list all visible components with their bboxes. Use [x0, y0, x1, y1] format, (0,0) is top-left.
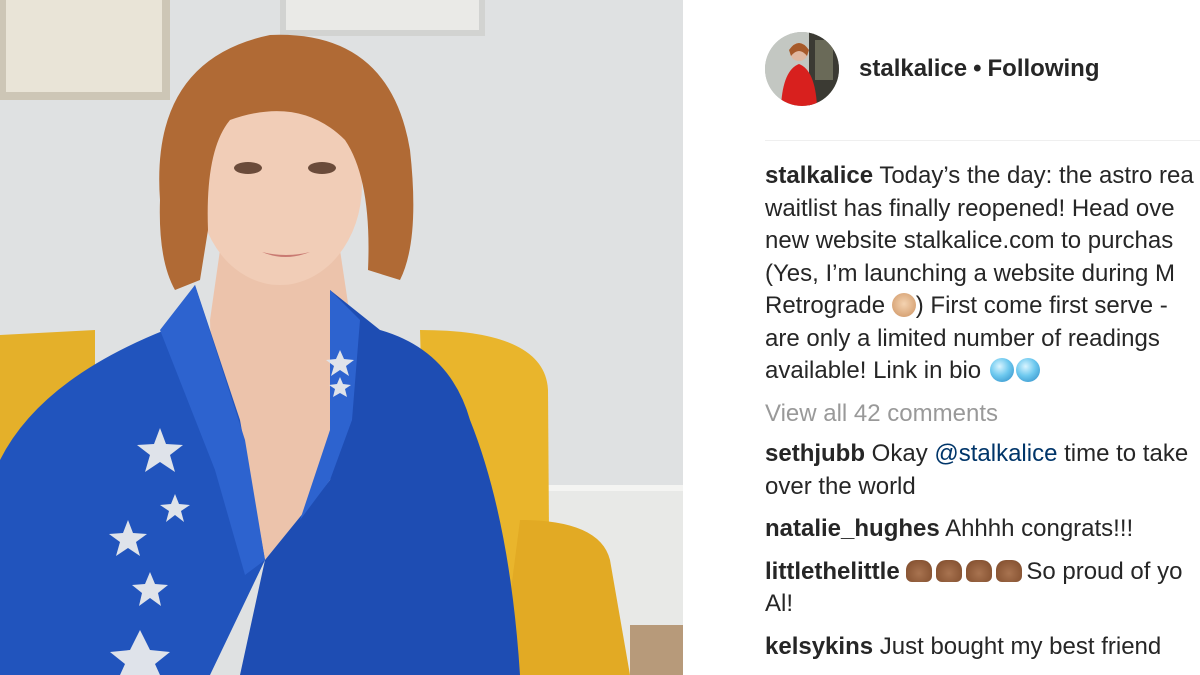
comment-item: natalie_hughes Ahhhh congrats!!!	[765, 513, 1200, 546]
caption-text: Retrograde	[765, 292, 886, 319]
comment-item: littlethelittle So proud of yo Al!	[765, 556, 1200, 621]
caption-text: Today’s the day: the astro rea	[879, 162, 1194, 189]
comment-text: Ahhhh congrats!!!	[945, 515, 1134, 542]
comment-text: time to take	[1064, 440, 1189, 467]
crystal-ball-emoji-icon	[1015, 358, 1040, 382]
comment-line: over the world	[765, 472, 916, 500]
comment-username[interactable]: kelsykins	[765, 633, 873, 660]
photo-illustration	[0, 0, 683, 675]
crystal-ball-emoji-icon	[989, 358, 1014, 382]
post-caption: stalkalice Today’s the day: the astro re…	[765, 160, 1200, 388]
view-all-comments-link[interactable]: View all 42 comments	[765, 398, 1200, 431]
raising-hands-emoji-icon	[936, 559, 963, 582]
avatar[interactable]	[765, 32, 839, 106]
header-divider	[765, 140, 1200, 141]
caption-username[interactable]: stalkalice	[765, 162, 873, 189]
comment-text: Just bought my best friend	[879, 632, 1162, 660]
comment-username[interactable]: sethjubb	[765, 440, 865, 467]
comment-username[interactable]: natalie_hughes	[765, 515, 940, 542]
comment-line: sethjubb Okay @stalkalice time to take	[765, 438, 1200, 471]
caption-line: Retrograde ) First come first serve -	[765, 290, 1200, 323]
caption-text: ) First come first serve -	[915, 292, 1168, 319]
caption-line: available! Link in bio	[765, 355, 1200, 388]
caption-text: available! Link in bio	[765, 357, 982, 384]
post-header: stalkalice • Following	[765, 32, 1200, 106]
raising-hands-emoji-icon	[996, 559, 1023, 582]
woman-facepalming-emoji-icon	[891, 293, 916, 317]
caption-line: stalkalice Today’s the day: the astro re…	[765, 160, 1200, 193]
comment-username[interactable]: littlethelittle	[765, 558, 900, 585]
raising-hands-emoji-icon	[906, 559, 933, 582]
comment-line: Al!	[765, 590, 794, 617]
header-username[interactable]: stalkalice	[859, 55, 967, 82]
comment-item: kelsykins Just bought my best friend	[765, 631, 1200, 664]
raising-hands-emoji-icon	[966, 559, 993, 582]
header-separator: •	[973, 55, 982, 82]
post-sidebar: stalkalice • Following stalkalice Today’s …	[683, 0, 1200, 675]
avatar-image	[765, 32, 839, 106]
comment-item: sethjubb Okay @stalkalice time to take o…	[765, 438, 1200, 503]
header-text: stalkalice • Following	[859, 55, 1099, 83]
following-button[interactable]: Following	[988, 55, 1100, 82]
caption-line: new website stalkalice.com to purchas	[765, 227, 1174, 254]
post-comments-area: stalkalice Today’s the day: the astro re…	[765, 160, 1200, 673]
caption-line: are only a limited number of readings	[765, 324, 1160, 352]
comment-text: So proud of yo	[1026, 557, 1183, 585]
comment-line: littlethelittle So proud of yo	[765, 556, 1200, 589]
comment-line: natalie_hughes Ahhhh congrats!!!	[765, 513, 1200, 546]
comment-text: Okay	[871, 440, 928, 467]
caption-line: waitlist has finally reopened! Head ove	[765, 194, 1175, 222]
comment-line: kelsykins Just bought my best friend	[765, 631, 1200, 664]
caption-line: (Yes, I’m launching a website during M	[765, 259, 1175, 287]
post-photo[interactable]	[0, 0, 683, 675]
comment-mention[interactable]: @stalkalice	[934, 440, 1057, 467]
